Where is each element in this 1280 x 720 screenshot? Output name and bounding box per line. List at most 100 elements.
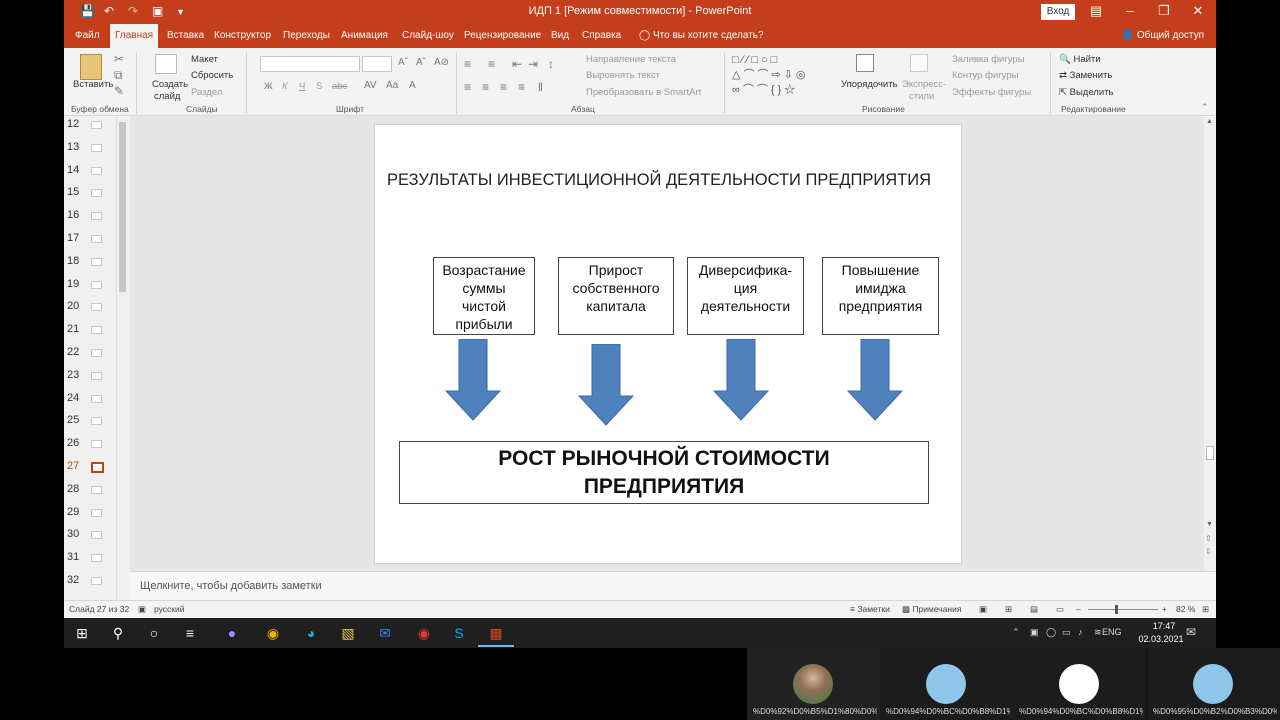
paste-button[interactable]: Вставить xyxy=(73,79,113,90)
tray-app-icon[interactable]: ◯ xyxy=(1046,627,1056,638)
grow-font-icon[interactable]: Aˆ xyxy=(398,57,408,68)
format-painter-icon[interactable]: ✎ xyxy=(114,84,124,98)
zoom-level[interactable]: 82 % xyxy=(1176,604,1195,614)
thumbnail-slide-selected[interactable] xyxy=(91,462,104,473)
tray-expand-icon[interactable]: ⌃ xyxy=(1012,627,1020,638)
font-color-icon[interactable]: A xyxy=(409,80,416,91)
task-view-icon[interactable]: ≡ xyxy=(180,623,200,643)
box-net-profit[interactable]: Возрастание суммы чистой прибыли xyxy=(433,257,535,335)
thumbnail-number[interactable]: 29 xyxy=(67,506,87,518)
thumbnail-scroll-thumb[interactable] xyxy=(119,122,126,292)
thumbnail-number[interactable]: 14 xyxy=(67,164,87,176)
increase-indent-icon[interactable]: ⇥ xyxy=(528,57,538,71)
network-icon[interactable]: ≋ xyxy=(1094,627,1102,638)
thumbnail-slide[interactable] xyxy=(91,349,102,357)
slide-canvas[interactable]: РЕЗУЛЬТАТЫ ИНВЕСТИЦИОННОЙ ДЕЯТЕЛЬНОСТИ П… xyxy=(374,124,962,564)
thumbnail-number[interactable]: 32 xyxy=(67,574,87,586)
replace-button[interactable]: ⇄ Заменить xyxy=(1059,70,1112,81)
find-button[interactable]: 🔍 Найти xyxy=(1059,54,1101,65)
smartart-button[interactable]: Преобразовать в SmartArt xyxy=(586,87,701,98)
assistant-app-icon[interactable]: ● xyxy=(222,623,242,643)
tab-transitions[interactable]: Переходы xyxy=(278,24,335,48)
thumbnail-slide[interactable] xyxy=(91,394,102,403)
skype-icon[interactable]: S xyxy=(449,623,469,643)
language-indicator[interactable]: русский xyxy=(154,604,185,614)
justify-icon[interactable]: ≡ xyxy=(518,80,525,94)
battery-icon[interactable]: ▭ xyxy=(1062,627,1071,638)
vertical-scrollbar[interactable]: ▲ ▼ ⇧ ⇩ xyxy=(1204,116,1216,571)
align-text-button[interactable]: Выровнять текст xyxy=(586,70,660,81)
slide-title[interactable]: РЕЗУЛЬТАТЫ ИНВЕСТИЦИОННОЙ ДЕЯТЕЛЬНОСТИ П… xyxy=(387,171,931,190)
spelling-icon[interactable]: ▣ xyxy=(138,604,146,615)
collapse-ribbon-icon[interactable]: ⌃ xyxy=(1201,102,1209,113)
clock-time[interactable]: 17:47 xyxy=(1144,621,1184,631)
thumbnail-scrollbar[interactable] xyxy=(116,116,128,600)
notes-pane[interactable]: Щелкните, чтобы добавить заметки xyxy=(130,571,1216,600)
result-box[interactable]: РОСТ РЫНОЧНОЙ СТОИМОСТИ ПРЕДПРИЯТИЯ xyxy=(399,441,929,504)
thumbnail-slide[interactable] xyxy=(91,121,102,129)
down-arrow[interactable] xyxy=(445,339,501,421)
thumbnail-slide[interactable] xyxy=(91,143,102,152)
thumbnail-number[interactable]: 15 xyxy=(67,186,87,198)
copy-icon[interactable]: ⧉ xyxy=(114,68,123,83)
tab-animations[interactable]: Анимация xyxy=(336,24,393,48)
reading-view-icon[interactable]: ▤ xyxy=(1030,604,1038,615)
signin-button[interactable]: Вход xyxy=(1041,4,1075,20)
fit-slide-icon[interactable]: ⊞ xyxy=(1202,604,1209,615)
slideshow-view-icon[interactable]: ▭ xyxy=(1056,604,1064,615)
thumbnail-slide[interactable] xyxy=(91,554,102,563)
participant-tile[interactable]: %D0%92%D0%B5%D1%80%D0%B0%D0%BD%D0%B8%D0%… xyxy=(747,648,880,720)
restore-icon[interactable]: ❐ xyxy=(1154,3,1174,19)
thumbnail-number[interactable]: 19 xyxy=(67,278,87,290)
shapes-gallery[interactable]: □∕∕□○□ △⌒⌒⇨⇩◎ ∞⌒⌒{}☆ xyxy=(732,53,836,99)
arrange-icon[interactable] xyxy=(856,54,874,72)
thumbnail-slide[interactable] xyxy=(91,166,102,175)
thumbnail-number[interactable]: 27 xyxy=(67,460,87,472)
clock-date[interactable]: 02.03.2021 xyxy=(1131,634,1191,644)
input-language[interactable]: ENG xyxy=(1102,627,1122,637)
thumbnail-number[interactable]: 31 xyxy=(67,551,87,563)
change-case-icon[interactable]: Aa xyxy=(386,80,398,91)
thumbnail-slide[interactable] xyxy=(91,485,102,494)
participant-tile[interactable]: %D0%94%D0%BC%D0%B8%D1%82%D1%80%D0%B8%D0%… xyxy=(880,648,1013,720)
scroll-down-icon[interactable]: ▼ xyxy=(1206,521,1213,528)
strike-button[interactable]: abc xyxy=(332,81,347,92)
thumbnail-number[interactable]: 20 xyxy=(67,300,87,312)
quick-styles-icon[interactable] xyxy=(910,54,928,72)
align-right-icon[interactable]: ≡ xyxy=(500,80,507,94)
italic-button[interactable]: К xyxy=(282,81,288,92)
font-name-input[interactable] xyxy=(260,56,360,72)
bold-button[interactable]: Ж xyxy=(264,81,273,92)
layout-button[interactable]: Макет xyxy=(191,54,218,65)
thumbnail-slide[interactable] xyxy=(91,303,102,312)
thumbnail-slide[interactable] xyxy=(91,326,102,335)
thumbnail-number[interactable]: 13 xyxy=(67,141,87,153)
tab-review[interactable]: Рецензирование xyxy=(459,24,546,48)
share-button[interactable]: 👤 Общий доступ xyxy=(1122,24,1204,48)
section-button[interactable]: Раздел xyxy=(191,87,222,98)
thumbnail-number[interactable]: 28 xyxy=(67,483,87,495)
search-icon[interactable]: ⚲ xyxy=(108,623,128,643)
volume-icon[interactable]: ♪ xyxy=(1078,627,1083,637)
ribbon-display-icon[interactable]: ▤ xyxy=(1086,3,1106,19)
numbering-icon[interactable]: ≡ xyxy=(488,57,495,71)
tray-app-icon[interactable]: ▣ xyxy=(1030,627,1039,638)
notifications-icon[interactable]: ✉ xyxy=(1186,625,1196,639)
zoom-in-icon[interactable]: + xyxy=(1162,604,1167,614)
thumbnail-number[interactable]: 12 xyxy=(67,118,87,130)
tab-slideshow[interactable]: Слайд-шоу xyxy=(397,24,459,48)
minimize-icon[interactable]: – xyxy=(1120,3,1140,18)
scroll-thumb[interactable] xyxy=(1206,446,1214,460)
tab-insert[interactable]: Вставка xyxy=(162,24,209,48)
text-direction-button[interactable]: Направление текста xyxy=(586,54,676,65)
thumbnail-slide[interactable] xyxy=(91,212,102,221)
yandex-browser-icon[interactable]: ◉ xyxy=(414,623,434,643)
chrome-icon[interactable]: ◉ xyxy=(263,623,283,643)
scroll-up-icon[interactable]: ▲ xyxy=(1206,118,1213,125)
box-diversification[interactable]: Диверсифика- ция деятельности xyxy=(687,257,804,335)
thumbnail-number[interactable]: 24 xyxy=(67,392,87,404)
thumbnail-number[interactable]: 25 xyxy=(67,414,87,426)
zoom-out-icon[interactable]: – xyxy=(1076,604,1081,614)
down-arrow[interactable] xyxy=(578,344,634,426)
arrange-button[interactable]: Упорядочить xyxy=(841,79,898,90)
